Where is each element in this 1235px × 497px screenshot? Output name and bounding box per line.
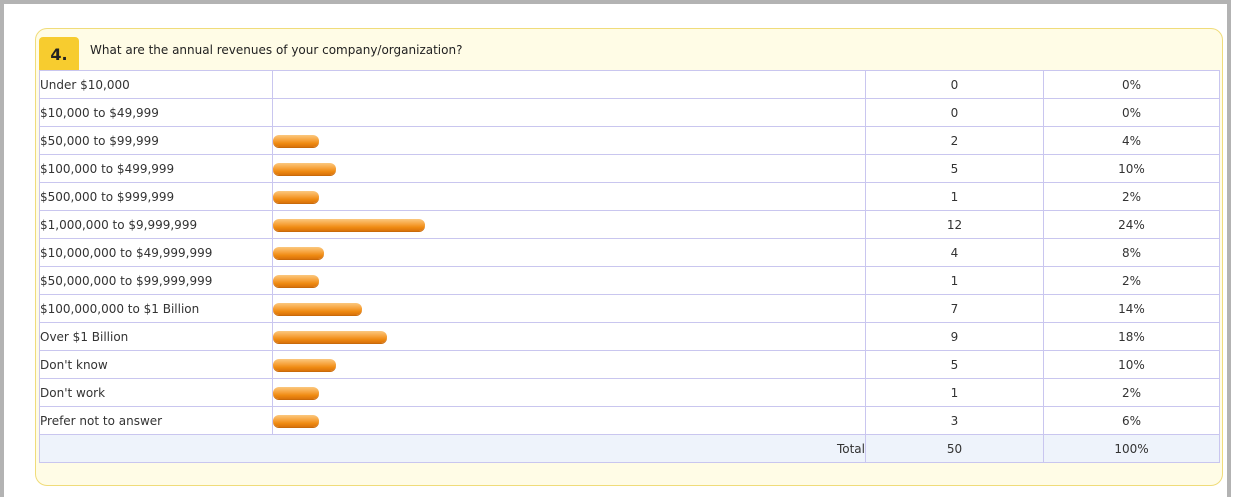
row-count: 4: [865, 238, 1044, 267]
bar-cell: [272, 406, 866, 435]
row-percent: 24%: [1043, 210, 1220, 239]
bar: [273, 331, 387, 343]
table-row: Don't work 1 2%: [39, 378, 1220, 407]
row-label: Over $1 Billion: [39, 322, 273, 351]
bar-cell: [272, 126, 866, 155]
row-percent: 10%: [1043, 154, 1220, 183]
row-label: $50,000 to $99,999: [39, 126, 273, 155]
table-row: $10,000 to $49,999 0 0%: [39, 98, 1220, 127]
bar: [273, 135, 319, 147]
bar-cell: [272, 350, 866, 379]
bar-cell: [272, 294, 866, 323]
window-frame: 4. What are the annual revenues of your …: [0, 0, 1231, 497]
total-percent: 100%: [1043, 434, 1220, 463]
row-percent: 2%: [1043, 182, 1220, 211]
row-count: 7: [865, 294, 1044, 323]
row-label: Under $10,000: [39, 70, 273, 99]
bar: [273, 219, 425, 231]
row-count: 0: [865, 98, 1044, 127]
row-percent: 8%: [1043, 238, 1220, 267]
row-label: $500,000 to $999,999: [39, 182, 273, 211]
bar: [273, 247, 324, 259]
bar-cell: [272, 210, 866, 239]
question-text: What are the annual revenues of your com…: [90, 43, 463, 57]
bar-cell: [272, 378, 866, 407]
bar-cell: [272, 182, 866, 211]
bar-cell: [272, 238, 866, 267]
total-row: Total 50 100%: [39, 434, 1220, 463]
table-row: $100,000 to $499,999 5 10%: [39, 154, 1220, 183]
row-count: 0: [865, 70, 1044, 99]
bar-cell: [272, 322, 866, 351]
row-percent: 18%: [1043, 322, 1220, 351]
bar: [273, 163, 336, 175]
row-label: Don't know: [39, 350, 273, 379]
row-percent: 2%: [1043, 266, 1220, 295]
row-percent: 0%: [1043, 98, 1220, 127]
row-label: $1,000,000 to $9,999,999: [39, 210, 273, 239]
bar: [273, 387, 319, 399]
bar: [273, 303, 362, 315]
row-count: 5: [865, 154, 1044, 183]
question-number: 4.: [39, 37, 79, 71]
results-table: Under $10,000 0 0% $10,000 to $49,999 0 0% $50…: [39, 70, 1220, 463]
row-count: 1: [865, 182, 1044, 211]
bar: [273, 415, 319, 427]
total-label: Total: [39, 434, 866, 463]
table-row: Prefer not to answer 3 6%: [39, 406, 1220, 435]
bar: [273, 275, 319, 287]
bar: [273, 191, 319, 203]
row-count: 1: [865, 378, 1044, 407]
table-row: $500,000 to $999,999 1 2%: [39, 182, 1220, 211]
row-percent: 0%: [1043, 70, 1220, 99]
question-header: 4. What are the annual revenues of your …: [36, 29, 1222, 71]
table-row: Over $1 Billion 9 18%: [39, 322, 1220, 351]
row-count: 3: [865, 406, 1044, 435]
row-count: 5: [865, 350, 1044, 379]
row-percent: 14%: [1043, 294, 1220, 323]
row-percent: 6%: [1043, 406, 1220, 435]
table-row: Don't know 5 10%: [39, 350, 1220, 379]
row-label: $10,000 to $49,999: [39, 98, 273, 127]
table-row: $1,000,000 to $9,999,999 12 24%: [39, 210, 1220, 239]
table-row: Under $10,000 0 0%: [39, 70, 1220, 99]
table-row: $10,000,000 to $49,999,999 4 8%: [39, 238, 1220, 267]
row-percent: 4%: [1043, 126, 1220, 155]
row-label: $50,000,000 to $99,999,999: [39, 266, 273, 295]
row-count: 1: [865, 266, 1044, 295]
table-row: $50,000 to $99,999 2 4%: [39, 126, 1220, 155]
row-percent: 10%: [1043, 350, 1220, 379]
question-card: 4. What are the annual revenues of your …: [35, 28, 1223, 486]
bar-cell: [272, 70, 866, 99]
row-count: 9: [865, 322, 1044, 351]
bar: [273, 359, 336, 371]
row-count: 12: [865, 210, 1044, 239]
row-label: $100,000 to $499,999: [39, 154, 273, 183]
bar-cell: [272, 266, 866, 295]
row-count: 2: [865, 126, 1044, 155]
row-label: Prefer not to answer: [39, 406, 273, 435]
bar-cell: [272, 154, 866, 183]
row-label: $10,000,000 to $49,999,999: [39, 238, 273, 267]
row-percent: 2%: [1043, 378, 1220, 407]
table-row: $50,000,000 to $99,999,999 1 2%: [39, 266, 1220, 295]
row-label: $100,000,000 to $1 Billion: [39, 294, 273, 323]
bar-cell: [272, 98, 866, 127]
row-label: Don't work: [39, 378, 273, 407]
table-row: $100,000,000 to $1 Billion 7 14%: [39, 294, 1220, 323]
total-count: 50: [865, 434, 1044, 463]
